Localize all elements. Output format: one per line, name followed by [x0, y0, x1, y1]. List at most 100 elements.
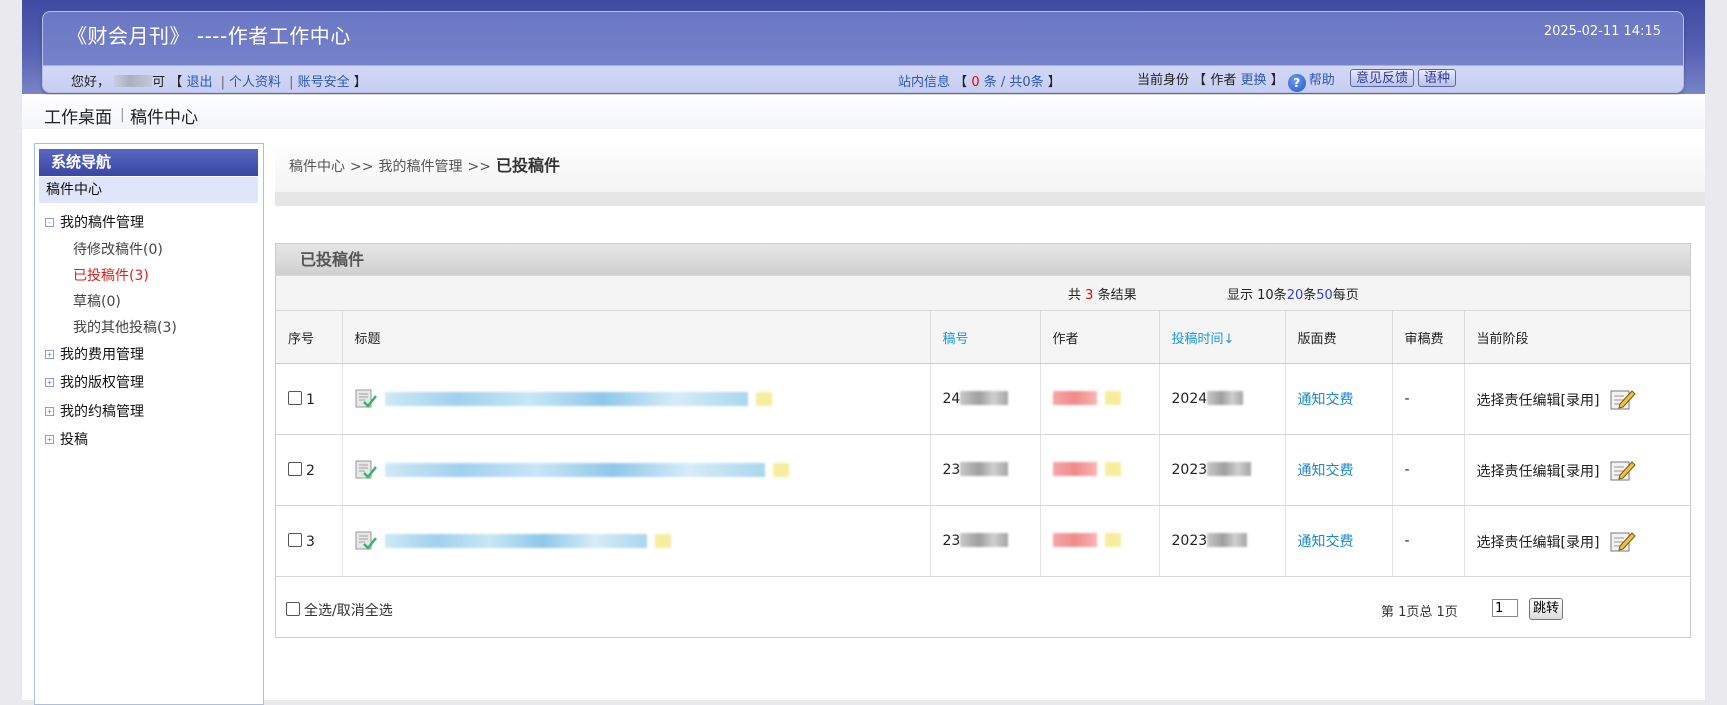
sidebar-header: 系统导航 — [39, 149, 258, 176]
sidebar-item-other-submissions[interactable]: 我的其他投稿(3) — [73, 317, 177, 337]
separator: | — [220, 75, 226, 90]
col-title: 标题 — [342, 311, 931, 364]
identity-label: 当前身份 — [1137, 73, 1190, 88]
sidebar-item-drafts[interactable]: 草稿(0) — [73, 291, 121, 311]
per-page-20[interactable]: 20 — [1287, 288, 1304, 303]
user-name-masked — [114, 75, 153, 87]
sidebar-group-my-manuscripts[interactable]: - 我的稿件管理 — [45, 212, 144, 232]
expand-icon[interactable]: + — [45, 407, 54, 416]
sidebar-group-submit[interactable]: + 投稿 — [45, 429, 88, 449]
col-layout-fee: 版面费 — [1285, 311, 1393, 364]
sidebar-item-manuscript-center[interactable]: 稿件中心 — [39, 177, 258, 203]
bracket-open: 【 — [169, 75, 183, 90]
help-icon[interactable]: ? — [1287, 74, 1306, 92]
edit-icon[interactable] — [1610, 387, 1636, 411]
page: 《财会月刊》 ----作者工作中心 2025-02-11 14:15 您好， 可… — [22, 0, 1705, 705]
submit-date-prefix: 2023 — [1171, 462, 1208, 478]
edit-icon[interactable] — [1610, 458, 1636, 482]
collapse-icon[interactable]: - — [45, 218, 54, 227]
row-checkbox[interactable] — [288, 461, 302, 476]
col-submit-time[interactable]: 投稿时间↓ — [1159, 311, 1286, 364]
title-masked[interactable] — [384, 392, 748, 406]
title-masked-tag — [654, 534, 671, 548]
author-masked — [1052, 533, 1097, 547]
breadcrumb-item[interactable]: 稿件中心 — [289, 159, 345, 175]
help-link[interactable]: 帮助 — [1309, 73, 1335, 88]
col-manuscript-id[interactable]: 稿号 — [930, 311, 1041, 364]
col-review-fee: 审稿费 — [1392, 311, 1465, 364]
expand-icon[interactable]: + — [45, 378, 54, 387]
select-all-checkbox[interactable] — [286, 602, 300, 616]
count-prefix: 共 — [1068, 288, 1082, 303]
per-page-50[interactable]: 50 — [1316, 288, 1333, 303]
per-page-10[interactable]: 显示 10条 — [1227, 288, 1287, 303]
separator: | — [289, 75, 294, 90]
row-index: 1 — [306, 391, 315, 408]
sidebar-item-pending-revision[interactable]: 待修改稿件(0) — [73, 239, 163, 259]
breadcrumb: 稿件中心 >> 我的稿件管理 >> 已投稿件 — [275, 140, 1705, 206]
col-author: 作者 — [1040, 311, 1160, 364]
pager-bar: 共 3 条结果 显示 10条20条50每页 — [276, 275, 1690, 311]
bracket-open: 【 — [954, 75, 968, 90]
nav-workdesk[interactable]: 工作桌面 — [44, 103, 112, 128]
expand-icon[interactable]: + — [45, 350, 54, 359]
sidebar-group-my-copyright[interactable]: + 我的版权管理 — [45, 372, 144, 392]
app-title: 《财会月刊》 ----作者工作中心 — [67, 24, 351, 48]
sidebar-group-label: 我的费用管理 — [60, 347, 144, 363]
sidebar-group-my-fees[interactable]: + 我的费用管理 — [45, 344, 144, 364]
profile-link[interactable]: 个人资料 — [229, 75, 281, 90]
messages-link[interactable]: 站内信息 — [898, 75, 950, 90]
layout-fee-link[interactable]: 通知交费 — [1298, 463, 1354, 479]
user-links: 您好， 可 【 退出 | 个人资料 | 账号安全 】 — [71, 71, 367, 90]
submit-date-prefix: 2023 — [1171, 533, 1208, 549]
table-header-row: 序号 标题 稿号 作者 投稿时间↓ 版面费 审稿费 当前阶段 — [276, 311, 1690, 364]
layout-fee-link[interactable]: 通知交费 — [1298, 392, 1354, 408]
language-button[interactable]: 语种 — [1418, 69, 1457, 87]
user-bar: 您好， 可 【 退出 | 个人资料 | 账号安全 】 站内信息 【 0 条 / 共0… — [43, 65, 1683, 92]
top-nav: 工作桌面 | 稿件中心 — [22, 95, 1705, 129]
sidebar: 系统导航 稿件中心 - 我的稿件管理 待修改稿件(0) 已投稿件(3) 草稿(0)… — [34, 143, 264, 705]
expand-icon[interactable]: + — [45, 435, 54, 444]
row-checkbox[interactable] — [288, 532, 302, 547]
title-masked-tag — [755, 392, 772, 406]
sidebar-group-label: 我的版权管理 — [60, 375, 144, 391]
submit-date-masked — [1207, 462, 1252, 476]
jump-button[interactable]: 跳转 — [1529, 598, 1564, 620]
submitted-panel: 已投稿件 共 3 条结果 显示 10条20条50每页 序号 标题 稿号 作者 投… — [275, 243, 1691, 638]
breadcrumb-item[interactable]: 我的稿件管理 — [378, 159, 462, 175]
sidebar-group-label: 我的约稿管理 — [60, 404, 144, 420]
nav-manuscript-center[interactable]: 稿件中心 — [130, 103, 198, 128]
edit-icon[interactable] — [1610, 529, 1636, 553]
select-all[interactable]: 全选/取消全选 — [286, 600, 393, 620]
logout-link[interactable]: 退出 — [186, 75, 212, 90]
title-masked[interactable] — [384, 463, 765, 477]
current-stage: 选择责任编辑[录用] — [1476, 393, 1600, 409]
feedback-button[interactable]: 意见反馈 — [1350, 69, 1415, 87]
bracket-close: 】 — [1270, 73, 1284, 88]
page-number-input[interactable] — [1492, 599, 1518, 617]
select-all-label[interactable]: 全选/取消全选 — [304, 603, 393, 619]
page-info: 第 1页总 1页 — [1381, 605, 1458, 620]
document-check-icon — [355, 531, 377, 550]
title-masked[interactable] — [384, 534, 647, 548]
identity-role: 作者 — [1210, 73, 1237, 88]
per-page-mid: 条 — [1303, 288, 1317, 303]
submit-date-prefix: 2024 — [1171, 391, 1208, 407]
current-stage: 选择责任编辑[录用] — [1476, 464, 1600, 480]
sidebar-item-submitted[interactable]: 已投稿件(3) — [73, 265, 149, 285]
col-stage: 当前阶段 — [1464, 311, 1690, 364]
messages-total[interactable]: 条 / 共0条 — [984, 75, 1044, 90]
messages-info: 站内信息 【 0 条 / 共0条 】 — [898, 71, 1061, 90]
sidebar-group-my-invitations[interactable]: + 我的约稿管理 — [45, 401, 144, 421]
row-index: 2 — [306, 462, 315, 479]
switch-identity-link[interactable]: 更换 — [1240, 73, 1266, 88]
account-security-link[interactable]: 账号安全 — [298, 75, 350, 90]
manuscript-id-masked — [960, 462, 1009, 476]
layout-fee-link[interactable]: 通知交费 — [1298, 534, 1354, 550]
sidebar-group-label: 投稿 — [60, 432, 88, 448]
breadcrumb-current: 已投稿件 — [495, 156, 560, 175]
unread-count[interactable]: 0 — [971, 75, 979, 90]
per-page-suffix: 每页 — [1332, 288, 1359, 303]
row-checkbox[interactable] — [288, 390, 302, 405]
count-suffix: 条结果 — [1097, 288, 1137, 303]
